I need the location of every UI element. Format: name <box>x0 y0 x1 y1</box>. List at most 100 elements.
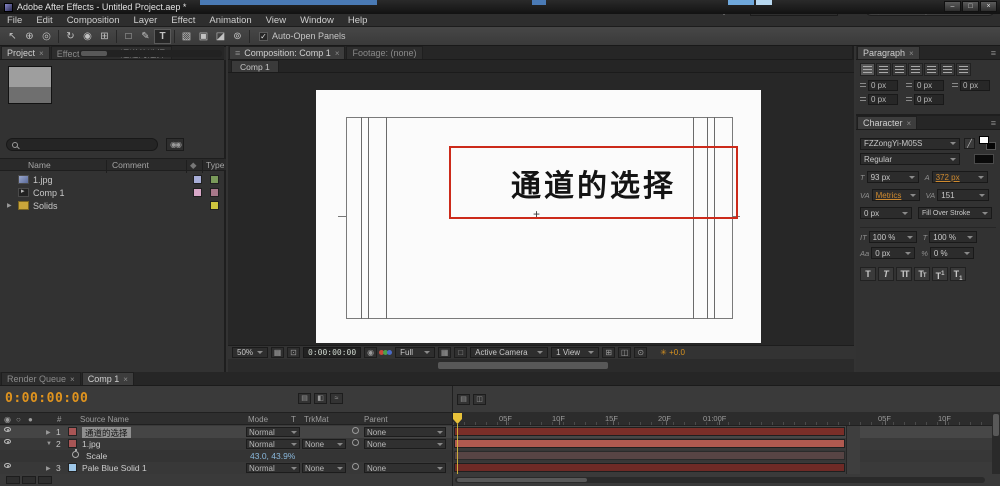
track-row-3[interactable] <box>453 462 1000 474</box>
column-divider[interactable] <box>106 160 107 173</box>
scrollbar-thumb[interactable] <box>80 51 107 56</box>
layer-color-chip[interactable] <box>68 463 77 472</box>
menu-animation[interactable]: Animation <box>202 14 258 27</box>
tab-render-queue[interactable]: Render Queue <box>1 372 81 385</box>
layer-row-3[interactable]: ▶ 3 Pale Blue Solid 1 Normal None None <box>0 462 452 474</box>
eraser-tool-icon[interactable] <box>212 29 229 44</box>
exposure-control[interactable]: ✳ +0.0 <box>660 348 685 357</box>
parent-pickwhip-icon[interactable] <box>352 439 359 446</box>
collapse-arrow-icon[interactable]: ▼ <box>46 441 52 447</box>
expand-arrow-icon[interactable]: ▶ <box>7 202 12 209</box>
show-channel-icon[interactable] <box>379 350 393 355</box>
draft-3d-icon[interactable]: ◧ <box>314 393 327 404</box>
timeline-horizontal-scrollbar[interactable] <box>455 477 985 483</box>
panel-menu-icon[interactable] <box>991 118 1000 128</box>
minimize-button[interactable] <box>944 1 961 12</box>
align-center-button[interactable] <box>876 63 891 76</box>
project-item-comp1[interactable]: Comp 1 <box>0 186 226 199</box>
selection-tool-icon[interactable] <box>4 29 21 44</box>
scale-property-row[interactable]: Scale 43.0, 43.9% <box>0 449 452 462</box>
current-timecode[interactable]: 0:00:00:00 <box>5 391 88 406</box>
baseline-shift-dropdown[interactable]: 0 px <box>871 247 916 259</box>
timeline-button-icon[interactable]: ⊙ <box>634 347 648 358</box>
kerning-field[interactable]: VA Metrics <box>860 189 920 201</box>
close-icon[interactable] <box>335 48 340 58</box>
indent-left-field[interactable]: 0 px <box>860 80 898 91</box>
timeline-vertical-scrollbar[interactable] <box>992 412 1000 474</box>
indent-left-value[interactable]: 0 px <box>868 80 898 91</box>
tab-footage[interactable]: Footage: (none) <box>346 46 423 59</box>
tab-character[interactable]: Character <box>857 116 918 129</box>
parent-dropdown[interactable]: None <box>364 463 446 473</box>
layer-color-chip[interactable] <box>68 439 77 448</box>
text-layer-selection-box[interactable]: 通道的选择 <box>449 146 738 219</box>
tab-paragraph[interactable]: Paragraph <box>857 46 920 59</box>
fill-stroke-swatches[interactable] <box>979 136 997 151</box>
scrollbar-thumb[interactable] <box>457 478 587 482</box>
fill-over-stroke-dropdown[interactable]: Fill Over Stroke <box>918 207 992 219</box>
resolution-dropdown[interactable]: Full <box>395 347 436 358</box>
indent-right-field[interactable]: 0 px <box>952 80 990 91</box>
eye-icon[interactable] <box>4 439 11 444</box>
tab-timeline-comp1[interactable]: Comp 1 <box>81 372 134 385</box>
project-horizontal-scrollbar[interactable] <box>78 50 222 57</box>
close-icon[interactable] <box>909 48 914 58</box>
font-size-field[interactable]: T 93 px <box>860 171 919 183</box>
layer-row-1[interactable]: ▶ 1 通道的选择 Normal None <box>0 426 452 439</box>
expand-inout-toggle[interactable] <box>38 476 52 484</box>
composition-text[interactable]: 通道的选择 <box>511 161 676 205</box>
viewer-timecode[interactable]: 0:00:00:00 <box>303 347 362 358</box>
parent-pickwhip-icon[interactable] <box>352 463 359 470</box>
mode-column[interactable]: Mode <box>248 415 268 424</box>
leading-field[interactable]: A 372 px <box>925 171 988 183</box>
font-family-dropdown[interactable]: FZZongYi-M05S <box>860 137 960 150</box>
tsume-dropdown[interactable]: 0 % <box>929 247 974 259</box>
column-divider[interactable] <box>202 160 203 173</box>
stroke-width-dropdown[interactable]: 0 px <box>860 207 912 219</box>
blend-mode-dropdown[interactable]: Normal <box>246 463 300 473</box>
vertical-scale-field[interactable]: IT 100 % <box>860 231 917 243</box>
menu-help[interactable]: Help <box>341 14 375 27</box>
column-type[interactable]: Type <box>206 160 224 170</box>
mask-tool-icon[interactable] <box>120 29 137 44</box>
puppet-tool-icon[interactable] <box>229 29 246 44</box>
space-after-field[interactable]: 0 px <box>906 94 944 105</box>
auto-open-panels-checkbox[interactable]: Auto-Open Panels <box>259 31 346 41</box>
track-row-2[interactable] <box>453 438 1000 450</box>
view-layout-dropdown[interactable]: 1 View <box>551 347 600 358</box>
close-icon[interactable] <box>907 118 912 128</box>
scale-value[interactable]: 43.0, 43.9% <box>250 451 295 461</box>
expand-layer-switches-toggle[interactable] <box>6 476 20 484</box>
tab-project[interactable]: Project <box>1 46 50 59</box>
align-left-button[interactable] <box>860 63 875 76</box>
panel-menu-icon[interactable] <box>235 48 240 58</box>
column-comment[interactable]: Comment <box>112 160 149 170</box>
indent-right-value[interactable]: 0 px <box>960 80 990 91</box>
menu-window[interactable]: Window <box>293 14 341 27</box>
source-name-column[interactable]: Source Name <box>80 415 129 424</box>
all-caps-button[interactable]: TT <box>896 267 912 281</box>
parent-dropdown[interactable]: None <box>364 439 446 449</box>
expand-transfer-controls-toggle[interactable] <box>22 476 36 484</box>
composition-viewer[interactable]: 通道的选择 <box>228 73 854 345</box>
zoom-tool-icon[interactable] <box>38 29 55 44</box>
camera-tool-icon[interactable] <box>79 29 96 44</box>
column-name[interactable]: Name <box>28 160 51 170</box>
menu-effect[interactable]: Effect <box>164 14 202 27</box>
parent-dropdown[interactable]: None <box>364 427 446 437</box>
project-search-input[interactable] <box>22 138 142 151</box>
maximize-button[interactable] <box>962 1 979 12</box>
track-row-scale[interactable] <box>453 450 1000 462</box>
trkmat-dropdown[interactable]: None <box>302 439 346 449</box>
fill-color-swatch[interactable] <box>979 136 989 144</box>
blend-mode-dropdown[interactable]: Normal <box>246 439 300 449</box>
stopwatch-icon[interactable] <box>72 449 79 458</box>
menu-composition[interactable]: Composition <box>60 14 127 27</box>
graph-editor-icon[interactable]: ≈ <box>330 393 343 404</box>
menu-edit[interactable]: Edit <box>29 14 59 27</box>
text-tool-icon[interactable] <box>154 28 171 44</box>
layer-duration-bar[interactable] <box>454 427 845 436</box>
indent-first-field[interactable]: 0 px <box>906 80 944 91</box>
menu-layer[interactable]: Layer <box>127 14 165 27</box>
layer-row-2[interactable]: ▼ 2 1.jpg Normal None None <box>0 438 452 450</box>
